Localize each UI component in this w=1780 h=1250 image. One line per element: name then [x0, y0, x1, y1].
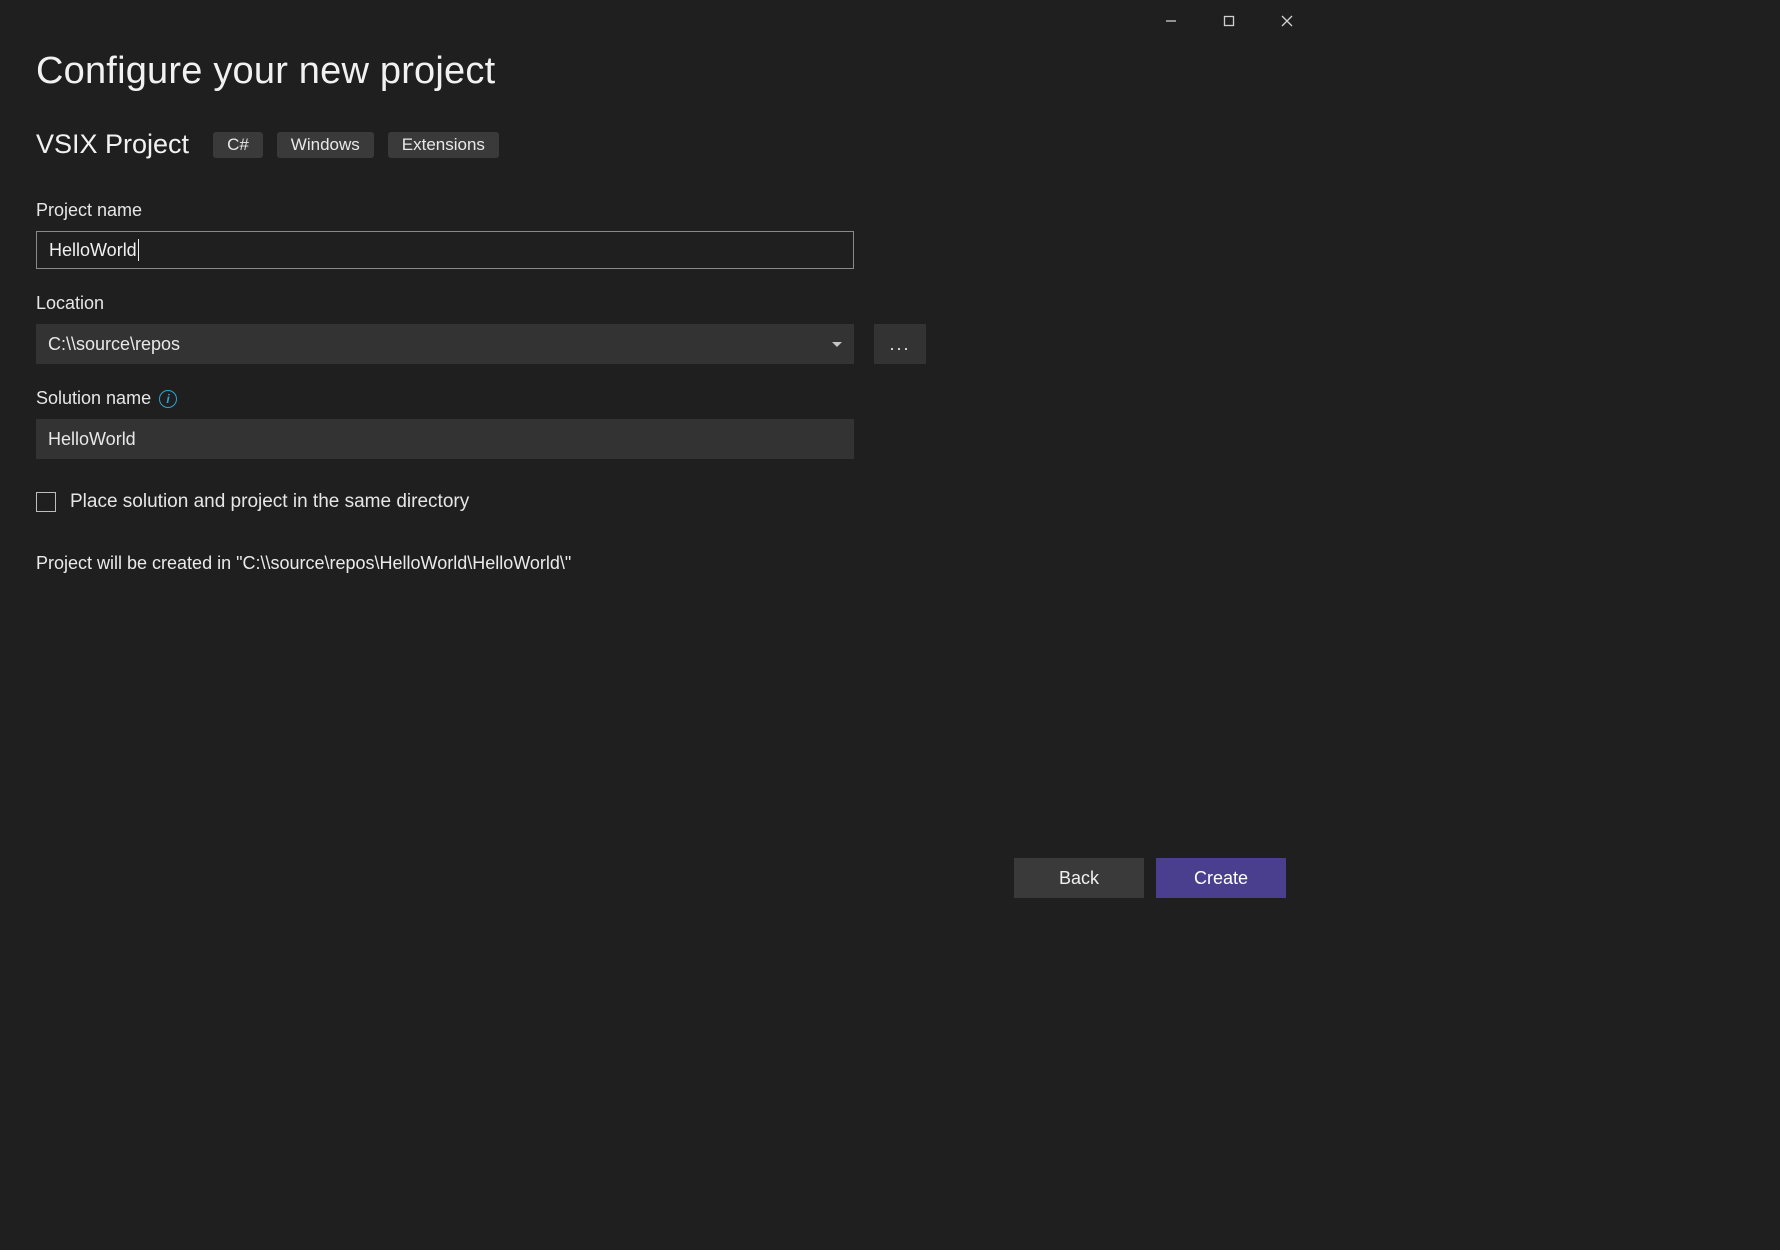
maximize-icon: [1223, 15, 1235, 27]
project-type-name: VSIX Project: [36, 129, 189, 160]
same-directory-label: Place solution and project in the same d…: [70, 491, 469, 513]
project-name-field: Project name HelloWorld: [36, 200, 1280, 269]
solution-name-value: HelloWorld: [48, 429, 136, 450]
solution-name-input[interactable]: HelloWorld: [36, 419, 854, 459]
tag-platform: Windows: [277, 132, 374, 158]
back-button[interactable]: Back: [1014, 858, 1144, 898]
dialog-window: Configure your new project VSIX Project …: [0, 0, 1316, 924]
project-name-input[interactable]: HelloWorld: [36, 231, 854, 269]
browse-button[interactable]: ...: [874, 324, 926, 364]
create-button[interactable]: Create: [1156, 858, 1286, 898]
project-name-label: Project name: [36, 200, 1280, 221]
same-directory-row: Place solution and project in the same d…: [36, 491, 1280, 513]
maximize-button[interactable]: [1200, 0, 1258, 42]
chevron-down-icon: [832, 342, 842, 347]
solution-name-field: Solution name i HelloWorld: [36, 388, 1280, 459]
minimize-button[interactable]: [1142, 0, 1200, 42]
solution-name-label-row: Solution name i: [36, 388, 1280, 409]
tag-language: C#: [213, 132, 263, 158]
creation-path-summary: Project will be created in "C:\\source\r…: [36, 553, 1280, 574]
solution-name-label: Solution name: [36, 388, 151, 409]
page-title: Configure your new project: [36, 50, 1280, 93]
content-area: Configure your new project VSIX Project …: [0, 42, 1316, 924]
project-name-value: HelloWorld: [49, 240, 137, 261]
location-value: C:\\source\repos: [48, 334, 180, 355]
tag-category: Extensions: [388, 132, 499, 158]
project-type-row: VSIX Project C# Windows Extensions: [36, 129, 1280, 160]
close-button[interactable]: [1258, 0, 1316, 42]
browse-label: ...: [889, 334, 910, 355]
titlebar: [0, 0, 1316, 42]
location-label: Location: [36, 293, 1280, 314]
location-combo[interactable]: C:\\source\repos: [36, 324, 854, 364]
footer-buttons: Back Create: [1014, 858, 1286, 898]
info-icon[interactable]: i: [159, 390, 177, 408]
minimize-icon: [1165, 15, 1177, 27]
same-directory-checkbox[interactable]: [36, 492, 56, 512]
text-caret: [138, 239, 139, 261]
location-field: Location C:\\source\repos ...: [36, 293, 1280, 364]
close-icon: [1281, 15, 1293, 27]
